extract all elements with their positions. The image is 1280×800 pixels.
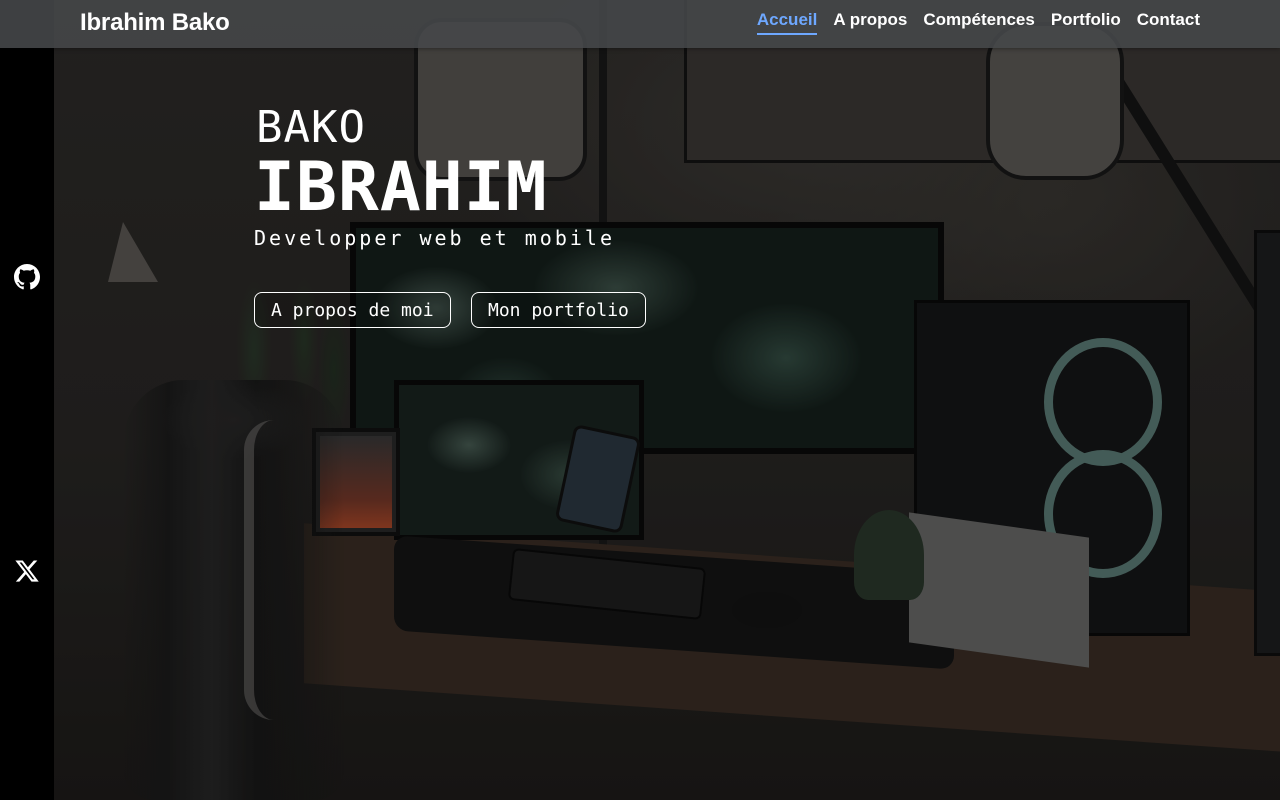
nav-link-accueil[interactable]: Accueil — [756, 10, 818, 35]
hero-background-image — [54, 0, 1280, 800]
hero-last-name: IBRAHIM — [254, 148, 548, 227]
navbar: Ibrahim Bako Accueil A propos Compétence… — [0, 0, 1280, 48]
dark-overlay — [54, 0, 1280, 800]
hero-tagline: Developper web et mobile — [254, 226, 615, 250]
github-link[interactable] — [14, 264, 40, 290]
nav-links: Accueil A propos Compétences Portfolio C… — [756, 10, 1200, 35]
hero-first-name: BAKO — [256, 102, 366, 153]
x-twitter-icon — [15, 560, 39, 582]
nav-link-a-propos[interactable]: A propos — [833, 10, 907, 35]
portfolio-button[interactable]: Mon portfolio — [471, 292, 646, 328]
brand-logo[interactable]: Ibrahim Bako — [80, 9, 230, 37]
nav-link-contact[interactable]: Contact — [1137, 10, 1200, 35]
about-me-button[interactable]: A propos de moi — [254, 292, 451, 328]
nav-link-competences[interactable]: Compétences — [923, 10, 1034, 35]
github-icon — [14, 264, 40, 290]
nav-link-portfolio[interactable]: Portfolio — [1051, 10, 1121, 35]
social-rail — [0, 48, 54, 800]
x-twitter-link[interactable] — [14, 558, 40, 584]
